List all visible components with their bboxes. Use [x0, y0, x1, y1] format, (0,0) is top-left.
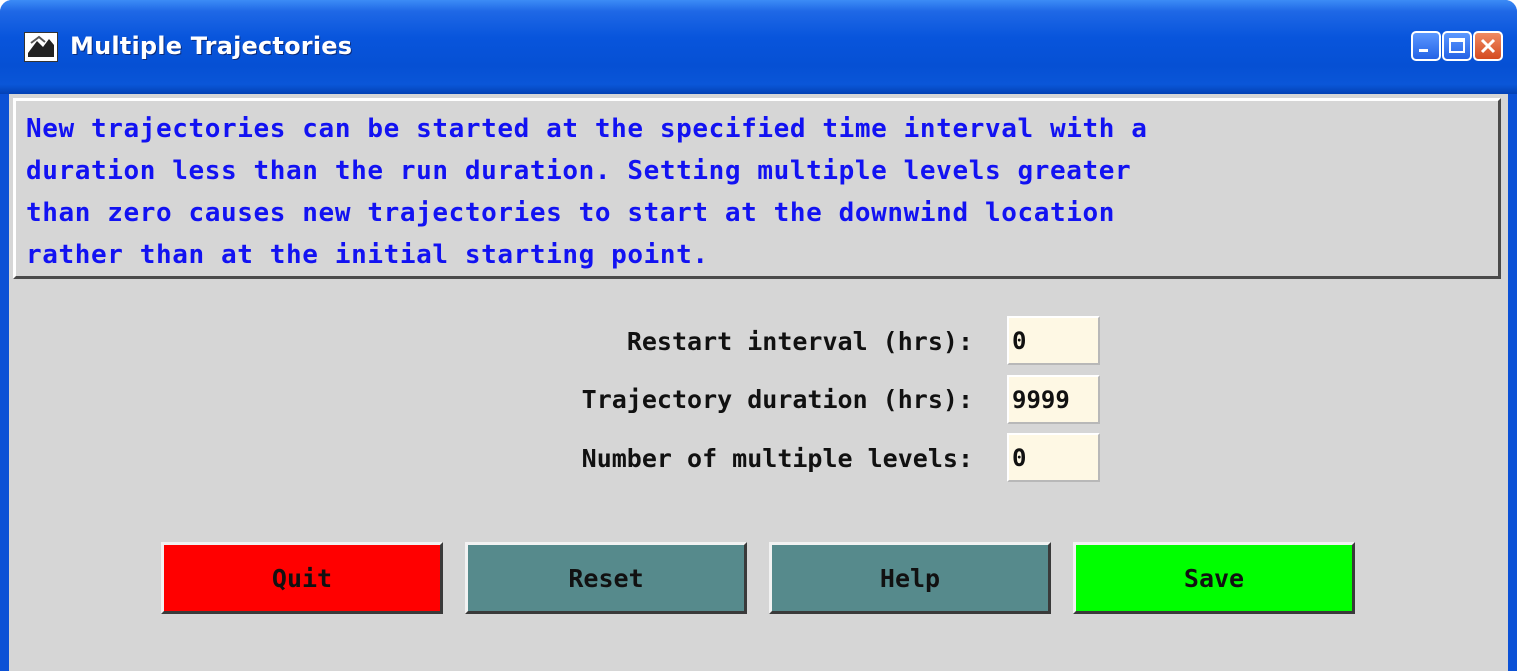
info-line: than zero causes new trajectories to sta… — [26, 198, 1115, 228]
info-line: rather than at the initial starting poin… — [26, 240, 709, 270]
multiple-levels-label: Number of multiple levels: — [581, 444, 973, 473]
help-button[interactable]: Help — [769, 542, 1051, 614]
trajectory-duration-input[interactable] — [1007, 375, 1100, 424]
save-button[interactable]: Save — [1073, 542, 1355, 614]
dialog-window: Multiple Trajectories New trajectories c… — [0, 0, 1517, 671]
quit-button[interactable]: Quit — [161, 542, 443, 614]
multiple-levels-input[interactable] — [1007, 433, 1100, 482]
title-bar[interactable]: Multiple Trajectories — [0, 0, 1517, 94]
window-title: Multiple Trajectories — [70, 32, 353, 60]
trajectory-duration-label: Trajectory duration (hrs): — [581, 385, 973, 414]
close-icon[interactable] — [1473, 31, 1503, 61]
info-text-box: New trajectories can be started at the s… — [13, 98, 1501, 279]
maximize-icon[interactable] — [1442, 31, 1472, 61]
minimize-icon[interactable] — [1411, 31, 1441, 61]
dialog-body: New trajectories can be started at the s… — [9, 94, 1508, 671]
info-line: New trajectories can be started at the s… — [26, 114, 1148, 144]
reset-button[interactable]: Reset — [465, 542, 747, 614]
app-icon[interactable] — [24, 32, 58, 62]
info-line: duration less than the run duration. Set… — [26, 156, 1132, 186]
restart-interval-label: Restart interval (hrs): — [626, 327, 973, 356]
restart-interval-input[interactable] — [1007, 316, 1100, 365]
